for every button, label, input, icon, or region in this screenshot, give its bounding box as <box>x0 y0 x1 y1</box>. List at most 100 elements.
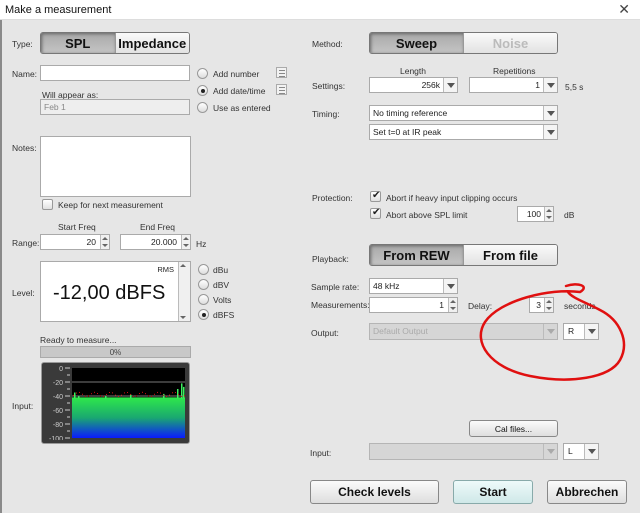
meter-peak-dot <box>109 391 110 393</box>
spl-limit-input[interactable]: 100 <box>517 206 554 222</box>
meter-peak-dot <box>127 391 128 393</box>
meter-peak-dot <box>115 394 116 396</box>
settings-label: Settings: <box>312 81 346 91</box>
meter-peak-dot <box>76 392 77 394</box>
meter-peak-dot <box>100 395 101 397</box>
type-spl-button[interactable]: SPL <box>41 33 115 53</box>
add-datetime-radio[interactable] <box>197 85 208 96</box>
chevron-down-icon[interactable] <box>443 279 457 293</box>
add-datetime-label: Add date/time <box>213 86 266 96</box>
status-text: Ready to measure... <box>40 335 117 345</box>
meter-peak-dot <box>184 395 185 397</box>
method-noise-button[interactable]: Noise <box>463 33 557 53</box>
level-spinner[interactable] <box>178 262 190 321</box>
meter-graph: 0 -20 -40 -60 -80 -100 <box>49 366 185 443</box>
input-label: Input: <box>310 448 332 458</box>
unit-volts-radio[interactable] <box>198 294 209 305</box>
sample-rate-label: Sample rate: <box>311 282 360 292</box>
repetitions-select[interactable]: 1 <box>469 77 558 93</box>
t0-select[interactable]: Set t=0 at IR peak <box>369 124 558 140</box>
length-select[interactable]: 256k <box>369 77 458 93</box>
meter-peak-dot <box>136 395 137 397</box>
start-button[interactable]: Start <box>453 480 533 504</box>
will-appear-field: Feb 1 <box>40 99 190 115</box>
unit-dbfs-radio[interactable] <box>198 309 209 320</box>
start-freq-spinner[interactable] <box>100 235 109 249</box>
add-number-radio[interactable] <box>197 68 208 79</box>
abort-spl-checkbox[interactable] <box>370 207 381 219</box>
check-levels-button[interactable]: Check levels <box>310 480 439 504</box>
type-impedance-button[interactable]: Impedance <box>114 33 189 53</box>
meter-peak-dot <box>97 393 98 395</box>
meter-peak-dot <box>157 391 158 393</box>
chevron-down-icon[interactable] <box>584 444 598 459</box>
annotation-circle <box>479 283 626 381</box>
end-freq-spinner[interactable] <box>181 235 190 249</box>
keep-notes-checkbox[interactable] <box>42 199 53 210</box>
meter-spike <box>163 393 165 399</box>
meter-peak-dot <box>82 393 83 395</box>
type-label: Type: <box>12 39 33 49</box>
level-input[interactable]: RMS -12,00 dBFS <box>40 261 191 322</box>
chevron-down-icon[interactable] <box>543 106 557 120</box>
meter-peak-dot <box>139 393 140 395</box>
timing-label: Timing: <box>312 109 340 119</box>
window-border <box>0 20 2 513</box>
method-sweep-button[interactable]: Sweep <box>370 33 463 53</box>
meter-peak-dot <box>130 393 131 395</box>
keep-notes-label: Keep for next measurement <box>58 200 163 210</box>
progress-bar: 0% <box>40 346 191 358</box>
chevron-down-icon[interactable] <box>543 78 557 92</box>
input-channel-select[interactable]: L <box>563 443 599 460</box>
cancel-button[interactable]: Abbrechen <box>547 480 627 504</box>
unit-dbv-radio[interactable] <box>198 279 209 290</box>
meter-peak-dot <box>154 393 155 395</box>
meter-peak-dot <box>145 393 146 395</box>
meter-tick-label: -80 <box>53 422 63 429</box>
start-freq-input[interactable]: 20 <box>40 234 110 250</box>
type-toggle: SPL Impedance <box>40 32 190 54</box>
output-label: Output: <box>311 328 339 338</box>
unit-dbfs-label: dBFS <box>213 310 235 320</box>
abort-clipping-checkbox[interactable] <box>370 190 381 202</box>
meter-spike <box>183 386 185 399</box>
sample-rate-select[interactable]: 48 kHz <box>369 278 458 294</box>
measurements-input[interactable]: 1 <box>369 297 458 313</box>
meter-peak-dot <box>88 395 89 397</box>
unit-dbu-radio[interactable] <box>198 264 209 275</box>
meter-peak-dot <box>133 395 134 397</box>
meter-peak-dot <box>103 395 104 397</box>
timing-reference-select[interactable]: No timing reference <box>369 105 558 121</box>
playback-rew-button[interactable]: From REW <box>370 245 463 265</box>
use-as-entered-radio[interactable] <box>197 102 208 113</box>
measurements-label: Measurements: <box>311 300 370 310</box>
hz-unit: Hz <box>196 239 207 249</box>
playback-label: Playback: <box>312 254 349 264</box>
meter-tick-label: -60 <box>53 408 63 415</box>
method-toggle: Sweep Noise <box>369 32 558 54</box>
end-freq-label: End Freq <box>140 222 175 232</box>
spl-limit-spinner[interactable] <box>544 207 553 221</box>
meter-spike <box>177 389 179 399</box>
playback-file-button[interactable]: From file <box>463 245 557 265</box>
method-label: Method: <box>312 39 343 49</box>
meter-peak-dot <box>178 394 179 396</box>
list-icon[interactable] <box>276 67 287 78</box>
meter-spike <box>105 396 107 399</box>
chevron-down-icon[interactable] <box>543 125 557 139</box>
list-icon[interactable] <box>276 84 287 95</box>
length-label: Length <box>400 66 426 76</box>
chevron-down-icon[interactable] <box>443 78 457 92</box>
input-device-select[interactable] <box>369 443 558 460</box>
duration-text: 5,5 s <box>565 82 584 92</box>
end-freq-input[interactable]: 20.000 <box>120 234 191 250</box>
cal-files-button[interactable]: Cal files... <box>469 420 558 437</box>
name-input[interactable] <box>40 65 190 81</box>
chevron-down-icon[interactable] <box>543 444 557 459</box>
progress-label: 0% <box>109 348 122 357</box>
meter-level-fill <box>72 397 185 438</box>
meter-peak-dot <box>172 392 173 394</box>
close-icon[interactable]: ✕ <box>618 1 630 18</box>
measurements-spinner[interactable] <box>448 298 457 312</box>
notes-textarea[interactable] <box>40 136 191 197</box>
